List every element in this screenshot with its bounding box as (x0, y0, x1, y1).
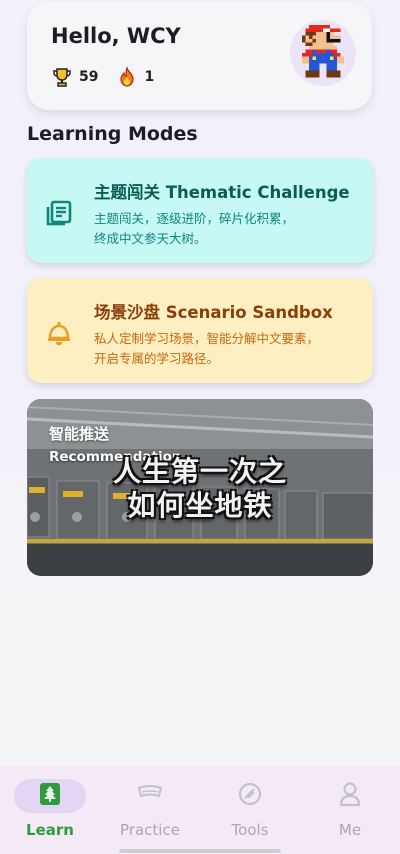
tab-learn[interactable]: Learn (0, 766, 100, 846)
scenario-sandbox-card[interactable]: 场景沙盘 Scenario Sandbox 私人定制学习场景，智能分解中文要素，… (27, 278, 373, 383)
tab-tools-label: Tools (231, 821, 269, 839)
tab-me-label: Me (338, 821, 362, 839)
trophy-icon (51, 66, 73, 88)
tab-practice-pill (114, 779, 186, 813)
tab-learn-pill (14, 779, 86, 813)
tab-me[interactable]: Me (300, 766, 400, 846)
pixel-mario-avatar (302, 25, 344, 78)
overlay-line1: 人生第一次之 (112, 455, 287, 488)
overlay-line2: 如何坐地铁 (127, 489, 273, 522)
thematic-challenge-card[interactable]: 主题闯关 Thematic Challenge 主题闯关，逐级进阶，碎片化积累，… (27, 158, 373, 263)
thematic-challenge-description: 主题闯关，逐级进阶，碎片化积累， 终成中文参天大树。 (94, 209, 354, 249)
stats-row: 59 1 (51, 66, 172, 88)
tree-icon (38, 781, 62, 811)
book-icon (44, 198, 74, 228)
trophy-stat: 59 (51, 66, 98, 88)
profile-card: Hello, WCY 59 1 (27, 2, 372, 110)
home-indicator (119, 849, 281, 853)
scenario-sandbox-description: 私人定制学习场景，智能分解中文要素， 开启专属的学习路径。 (94, 329, 354, 369)
tab-me-pill (314, 779, 386, 813)
streak-stat: 1 (116, 66, 154, 88)
flame-icon (116, 66, 138, 88)
tab-tools[interactable]: Tools (200, 766, 300, 846)
bell-icon (44, 318, 74, 348)
thematic-desc-line1: 主题闯关，逐级进阶，碎片化积累， (94, 211, 295, 226)
trophy-count: 59 (79, 69, 99, 85)
tools-icon (237, 781, 263, 811)
thematic-desc-line2: 终成中文参天大树。 (94, 231, 207, 246)
scenario-desc-line1: 私人定制学习场景，智能分解中文要素， (94, 331, 320, 346)
practice-icon (136, 782, 164, 810)
bottom-tab-bar: Learn Practice Tools Me (0, 766, 400, 854)
recommendation-overlay-text: 人生第一次之 如何坐地铁 (27, 455, 373, 523)
scenario-desc-line2: 开启专属的学习路径。 (94, 351, 220, 366)
tab-practice[interactable]: Practice (100, 766, 200, 846)
tab-tools-pill (214, 779, 286, 813)
tab-learn-label: Learn (26, 821, 74, 839)
recommendation-card[interactable]: 智能推送 Recommendation 人生第一次之 如何坐地铁 (27, 399, 373, 576)
section-title-learning-modes: Learning Modes (27, 123, 198, 145)
thematic-challenge-title: 主题闯关 Thematic Challenge (94, 183, 350, 202)
recommendation-title: 智能推送 (49, 425, 110, 443)
person-icon (338, 781, 362, 811)
tab-practice-label: Practice (120, 821, 180, 839)
avatar[interactable] (290, 20, 356, 86)
greeting-text: Hello, WCY (51, 24, 181, 48)
streak-count: 1 (144, 69, 155, 85)
scenario-sandbox-title: 场景沙盘 Scenario Sandbox (94, 303, 333, 322)
